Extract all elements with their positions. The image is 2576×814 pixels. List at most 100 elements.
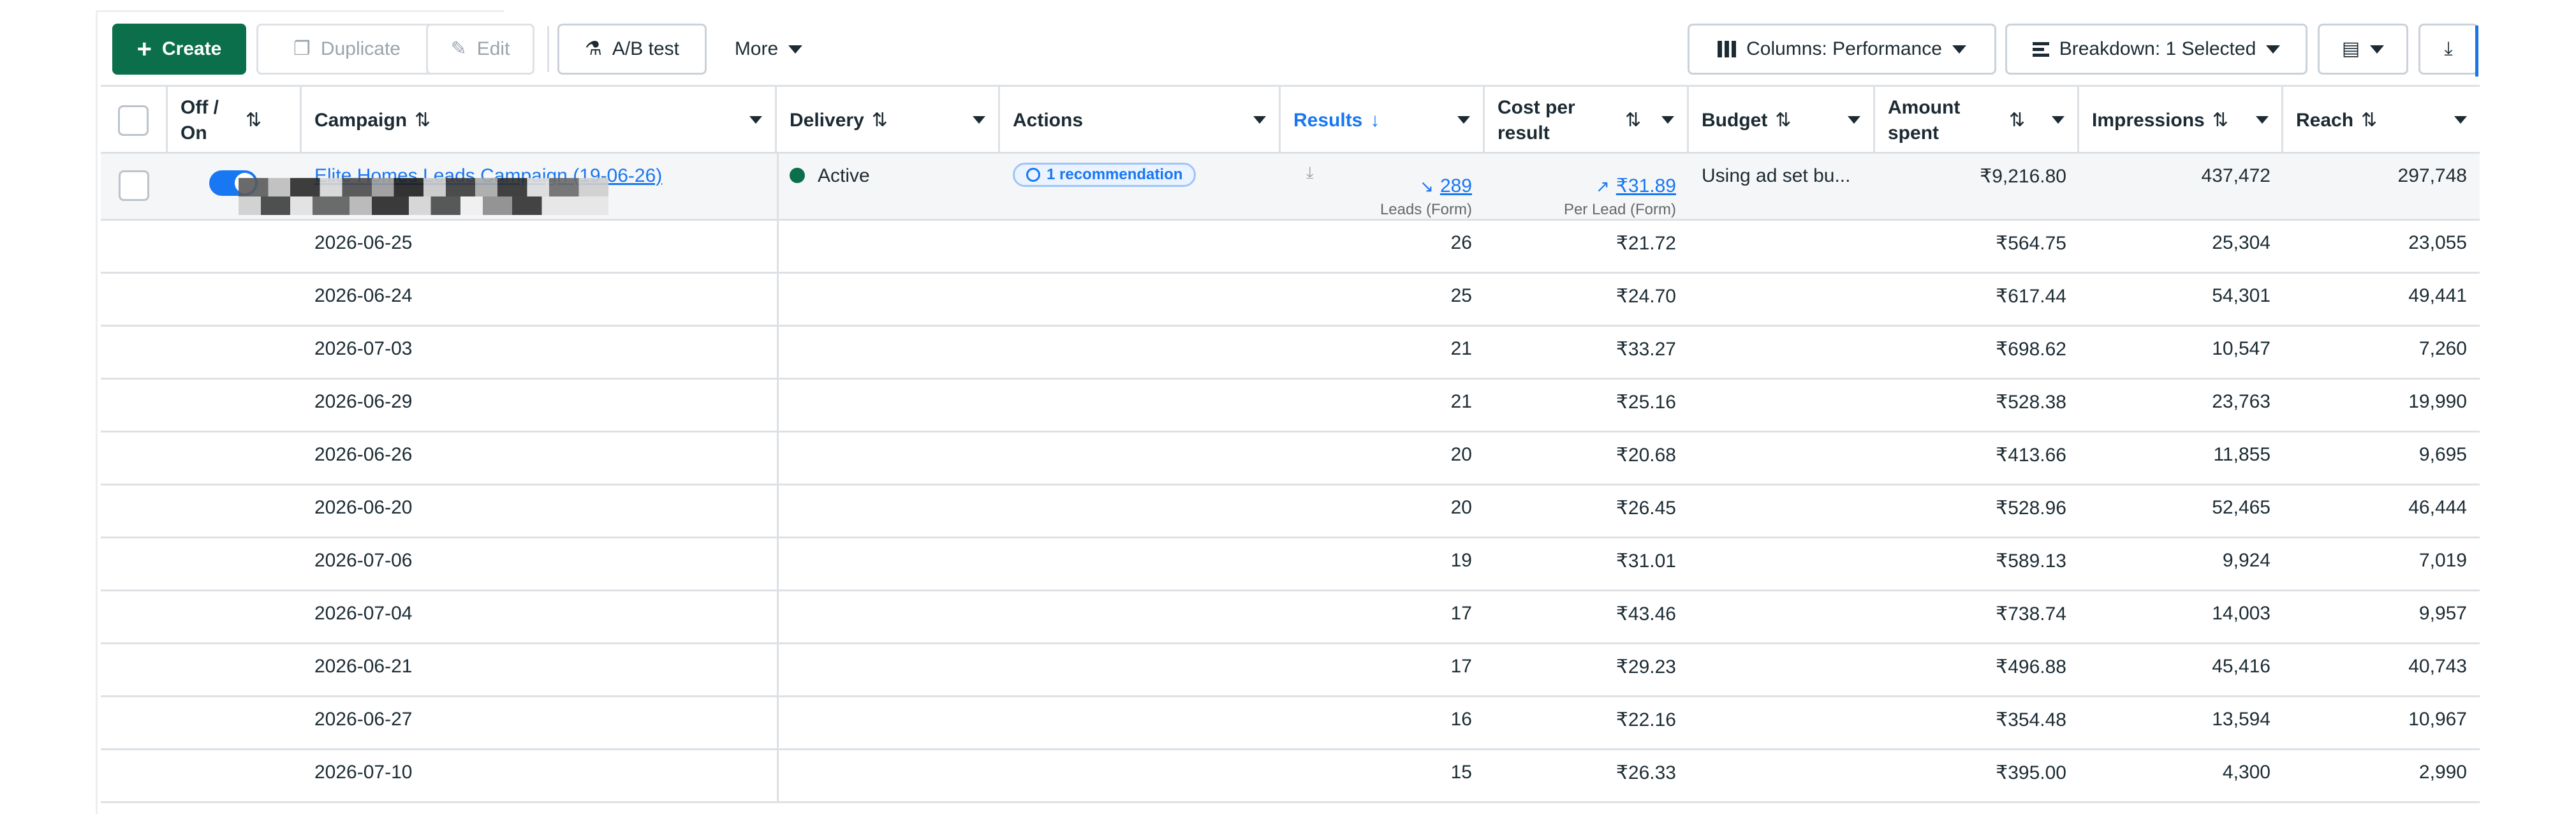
table-row[interactable]: 2026-06-27 16 ₹22.16 ₹354.48 13,594 10,9… [101,697,2480,750]
recommendation-label: 1 recommendation [1047,166,1183,183]
breakdown-button[interactable]: Breakdown: 1 Selected [2005,24,2307,75]
header-reach[interactable]: Reach ⇅ [2283,87,2480,154]
table-row[interactable]: 2026-06-29 21 ₹25.16 ₹528.38 23,763 19,9… [101,380,2480,433]
export-button[interactable]: ⤓ [2418,24,2478,77]
impressions-cell: 45,416 [2212,656,2271,677]
ab-test-button-label: A/B test [612,38,679,59]
sort-icon: ⇅ [871,110,888,131]
sort-icon: ⇅ [2009,110,2026,131]
chevron-down-icon[interactable] [1457,116,1470,124]
sort-icon: ⇅ [1625,110,1642,131]
reach-cell: 9,695 [2418,444,2467,465]
create-button[interactable]: + Create [112,24,246,75]
edit-button[interactable]: ✎ Edit [426,24,534,75]
table-row[interactable]: 2026-06-21 17 ₹29.23 ₹496.88 45,416 40,7… [101,644,2480,697]
results-cell: 20 [1450,497,1472,518]
table-row[interactable]: 2026-07-03 21 ₹33.27 ₹698.62 10,547 7,26… [101,327,2480,380]
table-row[interactable]: 2026-06-24 25 ₹24.70 ₹617.44 54,301 49,4… [101,274,2480,327]
amount-spent-cell: ₹528.96 [1996,498,2066,519]
cost-per-result-cell: ₹29.23 [1616,656,1676,677]
impressions-cell: 13,594 [2212,709,2271,730]
cost-per-result-cell: ₹24.70 [1616,286,1676,307]
header-reach-label: Reach [2296,109,2354,131]
chevron-down-icon[interactable] [2052,116,2064,124]
row-checkbox[interactable] [119,170,149,201]
delivery-status: Active [818,165,870,186]
columns-icon [1718,41,1737,57]
reports-button[interactable]: ▤ [2318,24,2408,75]
column-divider [777,380,779,431]
chevron-down-icon[interactable] [1661,116,1674,124]
header-actions[interactable]: Actions [1000,87,1281,154]
edit-button-label: Edit [476,38,510,59]
sort-descending-icon: ↓ [1370,109,1380,131]
impressions-cell: 25,304 [2212,232,2271,253]
reach-cell: 10,967 [2408,709,2467,730]
header-off-on[interactable]: Off / On ⇅ [168,87,302,154]
budget-cell: Using ad set bu... [1702,154,1874,219]
header-cost-per-result-label: Cost per result [1498,96,1575,144]
header-actions-label: Actions [1013,109,1084,131]
table-row[interactable]: 2026-06-20 20 ₹26.45 ₹528.96 52,465 46,4… [101,485,2480,538]
cost-per-result-cell: ₹20.68 [1616,445,1676,466]
sort-icon: ⇅ [1775,110,1792,131]
recommendation-icon [1026,168,1040,182]
table-row[interactable]: 2026-06-26 20 ₹20.68 ₹413.66 11,855 9,69… [101,433,2480,485]
table-row[interactable]: 2026-07-04 17 ₹43.46 ₹738.74 14,003 9,95… [101,591,2480,644]
column-divider [777,274,779,325]
columns-button[interactable]: Columns: Performance [1688,24,1996,75]
campaign-row[interactable]: Elite Homes Leads Campaign (19-06-26) Ac… [101,154,2480,221]
download-icon: ⤓ [2444,38,2453,59]
download-icon[interactable]: ⤓ [1306,163,1314,183]
header-impressions[interactable]: Impressions ⇅ [2079,87,2283,154]
cost-per-result-cell: ₹26.45 [1616,498,1676,519]
results-cell: 15 [1450,762,1472,783]
sort-icon: ⇅ [246,110,262,131]
header-cost-per-result[interactable]: Cost per result ⇅ [1485,87,1689,154]
header-impressions-label: Impressions [2092,109,2205,131]
column-divider [777,327,779,378]
header-results[interactable]: Results ↓ [1281,87,1485,154]
select-all-checkbox[interactable] [118,105,149,136]
impressions-cell: 54,301 [2212,285,2271,306]
chevron-down-icon [788,45,803,54]
panel-edge [2475,26,2478,77]
table-row[interactable]: 2026-07-06 19 ₹31.01 ₹589.13 9,924 7,019 [101,538,2480,591]
column-divider [777,644,779,695]
chevron-down-icon[interactable] [1848,116,1860,124]
header-amount-spent[interactable]: Amount spent ⇅ [1875,87,2079,154]
cost-per-result-value[interactable]: ₹31.89 [1616,175,1676,196]
table-row[interactable]: 2026-06-25 26 ₹21.72 ₹564.75 25,304 23,0… [101,221,2480,274]
results-cell: ⤓ ↘ 289 Leads (Form) [1281,154,1472,219]
column-divider [777,433,779,484]
header-budget[interactable]: Budget ⇅ [1689,87,1875,154]
chevron-down-icon[interactable] [2454,116,2467,124]
header-delivery[interactable]: Delivery ⇅ [777,87,1000,154]
amount-spent-cell: ₹9,216.80 [1875,154,2066,219]
select-all-header [101,87,168,154]
chevron-down-icon[interactable] [749,116,762,124]
column-divider [777,154,779,219]
plus-icon: + [136,35,152,63]
chevron-down-icon[interactable] [973,116,985,124]
campaign-table: Off / On ⇅ Campaign ⇅ Delivery ⇅ Actions… [101,85,2480,803]
amount-spent-cell: ₹395.00 [1996,762,2066,783]
chevron-down-icon[interactable] [2256,116,2269,124]
impressions-value: 437,472 [2201,165,2271,186]
breakdown-rows: 2026-06-25 26 ₹21.72 ₹564.75 25,304 23,0… [101,221,2480,803]
chevron-down-icon[interactable] [1253,116,1266,124]
recommendation-badge[interactable]: 1 recommendation [1013,163,1196,187]
reach-cell: 23,055 [2408,232,2467,253]
header-budget-label: Budget [1702,109,1768,131]
table-row[interactable]: 2026-07-10 15 ₹26.33 ₹395.00 4,300 2,990 [101,750,2480,803]
header-campaign[interactable]: Campaign ⇅ [302,87,777,154]
more-button[interactable]: More [721,24,816,75]
duplicate-button[interactable]: ❐ Duplicate [256,24,438,75]
results-subtitle: Leads (Form) [1380,201,1472,218]
results-cell: 21 [1450,391,1472,412]
amount-spent-cell: ₹564.75 [1996,233,2066,254]
results-cell: 17 [1450,656,1472,677]
results-value[interactable]: 289 [1440,175,1472,196]
ab-test-button[interactable]: ⚗ A/B test [557,24,707,75]
date-cell: 2026-06-29 [314,391,413,412]
